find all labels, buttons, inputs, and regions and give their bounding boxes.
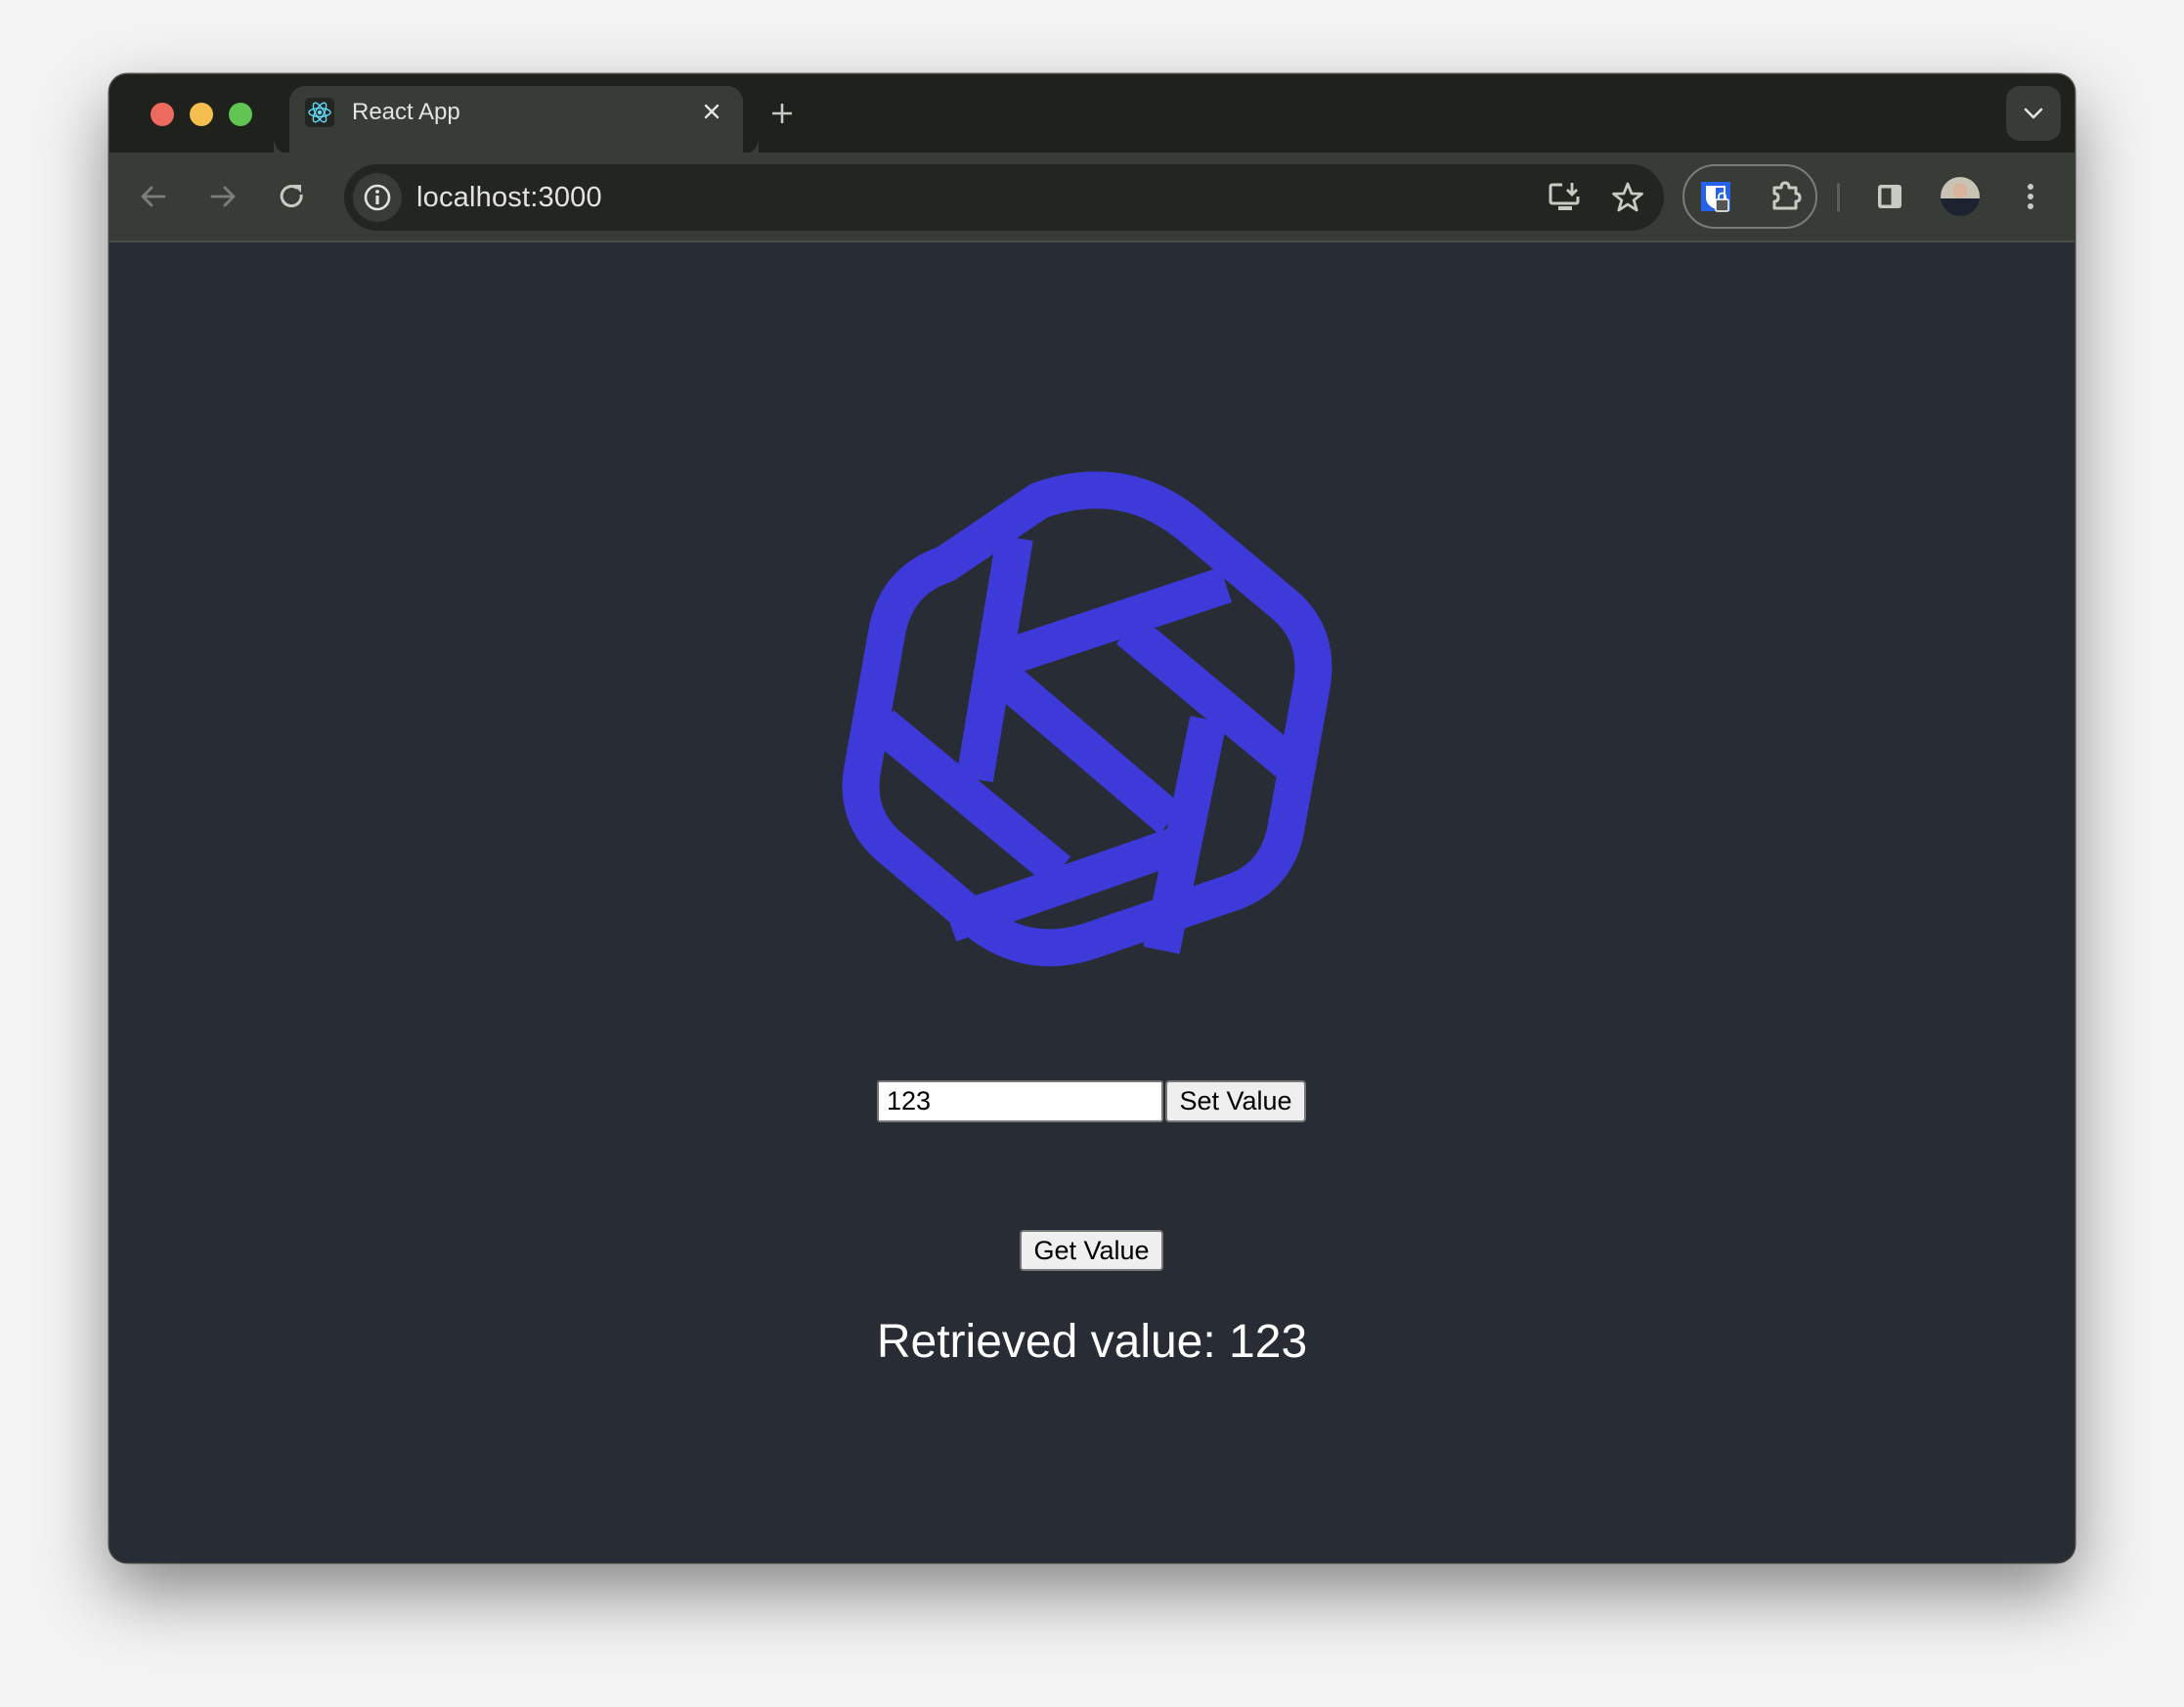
plus-icon (772, 104, 792, 123)
toolbar-separator (1837, 183, 1840, 212)
arrow-right-icon (210, 186, 236, 207)
address-bar[interactable]: localhost:3000 (344, 164, 1664, 231)
reload-button[interactable] (273, 177, 312, 216)
forward-button[interactable] (203, 177, 242, 216)
bitwarden-extension-button[interactable] (1696, 177, 1735, 216)
arrow-left-icon (141, 186, 166, 207)
bitwarden-icon (1701, 182, 1730, 212)
tab-close-button[interactable] (696, 96, 727, 127)
puzzle-extensions-icon (1772, 181, 1802, 210)
browser-toolbar: localhost:3000 (109, 153, 2075, 242)
title-bar: React App (109, 74, 2075, 154)
logo-outer-hexagon (842, 471, 1332, 967)
extensions-button[interactable] (1767, 177, 1806, 216)
window-minimize-button[interactable] (190, 103, 213, 126)
logo-band-6 (943, 827, 1185, 941)
tab-title: React App (352, 99, 460, 125)
logo-band-5 (1143, 716, 1227, 954)
site-info-button[interactable] (353, 173, 402, 222)
profile-avatar[interactable] (1941, 177, 1980, 216)
chevron-down-icon (2024, 108, 2043, 119)
bookmark-button[interactable] (1608, 178, 1647, 217)
extensions-group (1682, 164, 1817, 229)
info-icon (364, 184, 391, 211)
logo-band-7 (869, 710, 1071, 886)
more-menu-button[interactable] (2011, 177, 2050, 216)
url-text[interactable]: localhost:3000 (416, 164, 602, 231)
bookmark-star-icon (1612, 182, 1643, 212)
close-icon (704, 104, 720, 119)
install-app-button[interactable] (1546, 178, 1585, 217)
back-button[interactable] (134, 177, 173, 216)
react-logo-icon (305, 98, 334, 127)
more-menu-icon (2028, 184, 2033, 209)
new-tab-button[interactable] (766, 98, 798, 129)
logo-band-1 (956, 534, 1033, 783)
browser-window: React App localhost:3000 123 Set Value G… (109, 74, 2075, 1562)
retrieved-value-text: Retrieved value: 123 (876, 1316, 1308, 1368)
set-value-button[interactable]: Set Value (1165, 1080, 1306, 1122)
logo-band-2 (996, 566, 1232, 678)
reload-icon (280, 185, 303, 208)
tab-react-app[interactable]: React App (289, 86, 759, 154)
side-panel-icon (1878, 185, 1901, 208)
value-input[interactable] (877, 1080, 1163, 1122)
window-close-button[interactable] (151, 103, 174, 126)
side-panel-button[interactable] (1870, 177, 1909, 216)
tab-search-button[interactable] (2006, 86, 2061, 141)
install-app-icon (1549, 183, 1580, 210)
logo-band-4 (1115, 615, 1310, 785)
page-content: Set Value Get Value Retrieved value: 123 (109, 242, 2075, 1562)
window-maximize-button[interactable] (229, 103, 252, 126)
logo-band-3 (987, 660, 1184, 835)
get-value-button[interactable]: Get Value (1020, 1230, 1163, 1271)
